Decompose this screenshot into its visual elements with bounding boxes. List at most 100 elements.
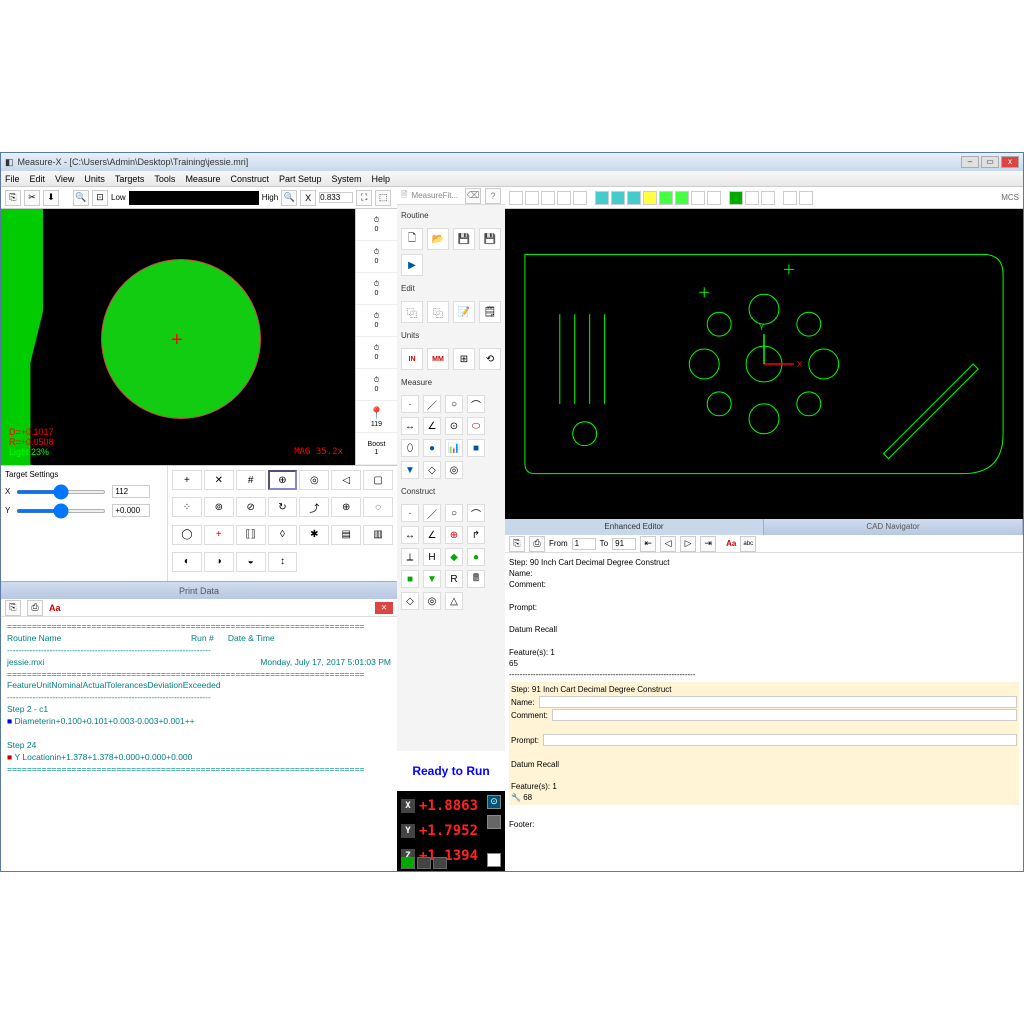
editor-body[interactable]: Step: 90 Inch Cart Decimal Degree Constr…	[505, 553, 1023, 871]
tool-crosshair2-icon[interactable]: ⊕	[331, 497, 361, 517]
cad-layer3-icon[interactable]	[627, 191, 641, 205]
copy-icon[interactable]: ⎘	[5, 190, 21, 206]
con-offset-icon[interactable]: ↱	[467, 526, 485, 544]
tool-box-icon[interactable]: ▢	[363, 470, 393, 490]
step91-prompt-input[interactable]	[543, 734, 1017, 746]
routine-save-icon[interactable]: 💾	[453, 228, 475, 250]
cad-layer6-icon[interactable]	[675, 191, 689, 205]
snap-icon[interactable]: ✂	[24, 190, 40, 206]
con-tangent-icon[interactable]: H	[423, 548, 441, 566]
cad-viewport[interactable]: X Y	[505, 209, 1023, 519]
maximize-button[interactable]: ▭	[981, 156, 999, 168]
minimize-button[interactable]: –	[961, 156, 979, 168]
close-button[interactable]: x	[1001, 156, 1019, 168]
units-mm-button[interactable]: MM	[427, 348, 449, 370]
tool-center-icon[interactable]: ◯	[172, 525, 202, 545]
cad-flag-icon[interactable]	[729, 191, 743, 205]
zoom-slider[interactable]	[129, 191, 259, 205]
con-tri-icon[interactable]: ▼	[423, 570, 441, 588]
edit-paste-icon[interactable]: ⿻	[427, 301, 449, 323]
editor-spell-icon[interactable]: ᵃᵇᶜ	[740, 536, 756, 552]
cad-layer2-icon[interactable]	[611, 191, 625, 205]
print-close-icon[interactable]: ⨯	[375, 602, 393, 614]
cad-snap-icon[interactable]	[525, 191, 539, 205]
cad-note-icon[interactable]	[761, 191, 775, 205]
units-cart-icon[interactable]: ⊞	[453, 348, 475, 370]
meas-circle-icon[interactable]: ○	[445, 395, 463, 413]
menu-tools[interactable]: Tools	[154, 174, 175, 184]
con-cone-icon[interactable]: △	[445, 592, 463, 610]
light-5[interactable]: ⏱0	[356, 369, 397, 401]
tool-b-icon[interactable]: ⬚	[375, 190, 391, 206]
tool-edge2-icon[interactable]: ◑	[204, 552, 234, 572]
con-datum-icon[interactable]: ◆	[445, 548, 463, 566]
editor-first-icon[interactable]: ⇤	[640, 536, 656, 552]
video-viewport[interactable]: + D=+0.1017 R=+0.0508 Light 23% MAG 35.2…	[1, 209, 355, 465]
dro-stop-icon[interactable]	[417, 857, 431, 869]
target-x-slider[interactable]	[16, 490, 106, 494]
meas-plane-icon[interactable]: ◇	[423, 461, 441, 479]
print-data-body[interactable]: ========================================…	[1, 617, 397, 871]
tool-curve-icon[interactable]: ⤴	[299, 497, 329, 517]
con-sphere-icon[interactable]: ◎	[423, 592, 441, 610]
dro-home-icon[interactable]	[401, 857, 415, 869]
meas-sphere-icon[interactable]: ◎	[445, 461, 463, 479]
cad-grid-icon[interactable]	[691, 191, 705, 205]
tool-pin-icon[interactable]: ◊	[268, 525, 298, 545]
editor-last-icon[interactable]: ⇥	[700, 536, 716, 552]
print-copy-icon[interactable]: ⎘	[5, 600, 21, 616]
cad-layer4-icon[interactable]	[643, 191, 657, 205]
menu-units[interactable]: Units	[84, 174, 105, 184]
cad-copy-icon[interactable]	[509, 191, 523, 205]
cad-zoomfit-icon[interactable]	[573, 191, 587, 205]
units-in-button[interactable]: IN	[401, 348, 423, 370]
tool-concentric-icon[interactable]: ◎	[299, 470, 329, 490]
cad-layer1-icon[interactable]	[595, 191, 609, 205]
menu-help[interactable]: Help	[372, 174, 391, 184]
editor-font-icon[interactable]: Aa	[726, 539, 736, 548]
target-y-slider[interactable]	[16, 509, 106, 513]
tool-a-icon[interactable]: ⛶	[356, 190, 372, 206]
cad-zoomout-icon[interactable]	[541, 191, 555, 205]
routine-open-icon[interactable]: 📂	[427, 228, 449, 250]
cad-dim-icon[interactable]	[745, 191, 759, 205]
editor-print-icon[interactable]: ⎙	[529, 536, 545, 552]
dro-power-icon[interactable]	[487, 853, 501, 867]
con-line-icon[interactable]: ／	[423, 504, 441, 522]
save-icon[interactable]: ⬇	[43, 190, 59, 206]
tool-bracket-icon[interactable]: ⟦⟧	[236, 525, 266, 545]
tool-rotate-icon[interactable]: ↻	[268, 497, 298, 517]
con-rect-icon[interactable]: ■	[401, 570, 419, 588]
con-plane-icon[interactable]: ◇	[401, 592, 419, 610]
light-3[interactable]: ⏱0	[356, 305, 397, 337]
con-project-icon[interactable]: ⟂	[401, 548, 419, 566]
light-2[interactable]: ⏱0	[356, 273, 397, 305]
editor-from-input[interactable]	[572, 538, 596, 550]
tool-rings-icon[interactable]: ⊚	[204, 497, 234, 517]
tool-dashcircle-icon[interactable]: ◌	[363, 497, 393, 517]
editor-prev-icon[interactable]: ◁	[660, 536, 676, 552]
cad-zoomin-icon[interactable]	[557, 191, 571, 205]
menu-measure[interactable]: Measure	[185, 174, 220, 184]
zoom-units-icon[interactable]: X	[300, 190, 316, 206]
tool-angle-icon[interactable]: ◁	[331, 470, 361, 490]
meas-midpoint-icon[interactable]: ⊙	[445, 417, 463, 435]
tool-protractor-icon[interactable]: ⊘	[236, 497, 266, 517]
cad-target-icon[interactable]	[707, 191, 721, 205]
menu-targets[interactable]: Targets	[115, 174, 145, 184]
print-font-icon[interactable]: Aa	[49, 603, 61, 613]
units-polar-icon[interactable]: ⟲	[479, 348, 501, 370]
zoom-in-icon[interactable]: 🔍	[281, 190, 297, 206]
meas-slot-icon[interactable]: ⬯	[401, 439, 419, 457]
light-4[interactable]: ⏱0	[356, 337, 397, 369]
edit-copy-icon[interactable]: ⿻	[401, 301, 423, 323]
light-1[interactable]: ⏱0	[356, 241, 397, 273]
dro-x-axis[interactable]: X	[401, 799, 415, 813]
menu-edit[interactable]: Edit	[30, 174, 46, 184]
meas-point-icon[interactable]: ·	[401, 395, 419, 413]
target-x-input[interactable]	[112, 485, 150, 498]
tab-editor[interactable]: Enhanced Editor	[505, 519, 764, 535]
meas-dist-icon[interactable]: ↔	[401, 417, 419, 435]
boost[interactable]: Boost1	[356, 433, 397, 465]
con-recall-icon[interactable]: R	[445, 570, 463, 588]
